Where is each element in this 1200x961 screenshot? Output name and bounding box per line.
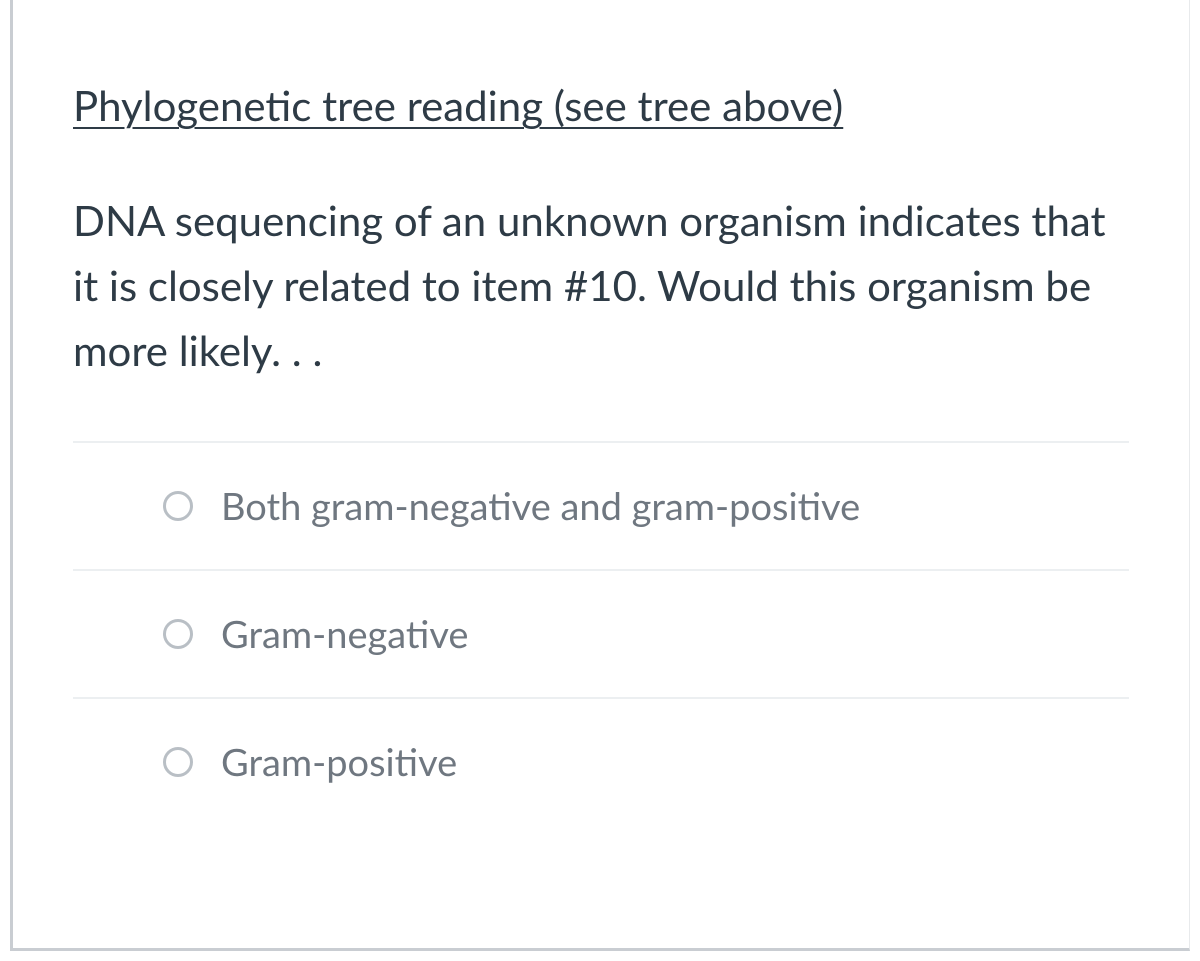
question-card: Phylogenetic tree reading (see tree abov… [10,0,1190,951]
option-row[interactable]: Gram-negative [73,569,1129,697]
radio-icon[interactable] [163,491,193,521]
option-label[interactable]: Both gram-negative and gram-positive [221,483,860,529]
option-row[interactable]: Both gram-negative and gram-positive [73,441,1129,569]
option-label[interactable]: Gram-negative [221,611,468,657]
radio-icon[interactable] [163,619,193,649]
option-label[interactable]: Gram-positive [221,739,457,785]
options-list: Both gram-negative and gram-positive Gra… [73,441,1129,825]
question-heading: Phylogenetic tree reading (see tree abov… [73,80,1129,130]
option-row[interactable]: Gram-positive [73,697,1129,825]
question-body: DNA sequencing of an unknown organism in… [73,188,1129,383]
radio-icon[interactable] [163,747,193,777]
